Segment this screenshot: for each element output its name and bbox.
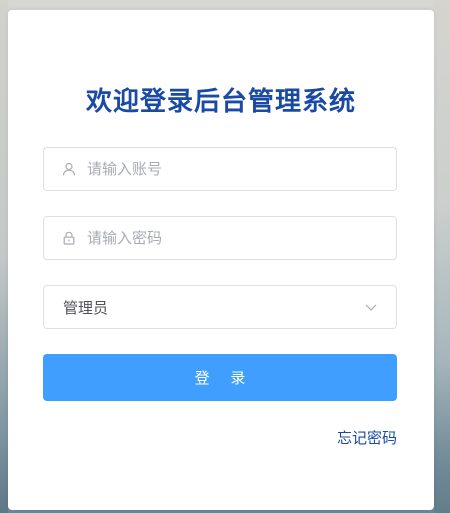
page-title: 欢迎登录后台管理系统 [85,87,356,117]
role-select[interactable]: 管理员 [43,285,397,329]
password-input[interactable] [87,229,367,247]
role-select-value: 管理员 [63,298,109,317]
login-button[interactable]: 登 录 [43,354,397,401]
user-icon [61,161,77,177]
background-right [434,0,450,513]
login-card: 欢迎登录后台管理系统 管理员 登 录 忘记密码 [8,10,434,510]
password-field[interactable] [43,216,397,260]
username-field[interactable] [43,147,397,191]
chevron-down-icon [364,300,378,314]
forgot-password-link[interactable]: 忘记密码 [308,428,397,448]
username-input[interactable] [87,160,367,178]
lock-icon [61,230,77,246]
background-left [0,0,8,513]
